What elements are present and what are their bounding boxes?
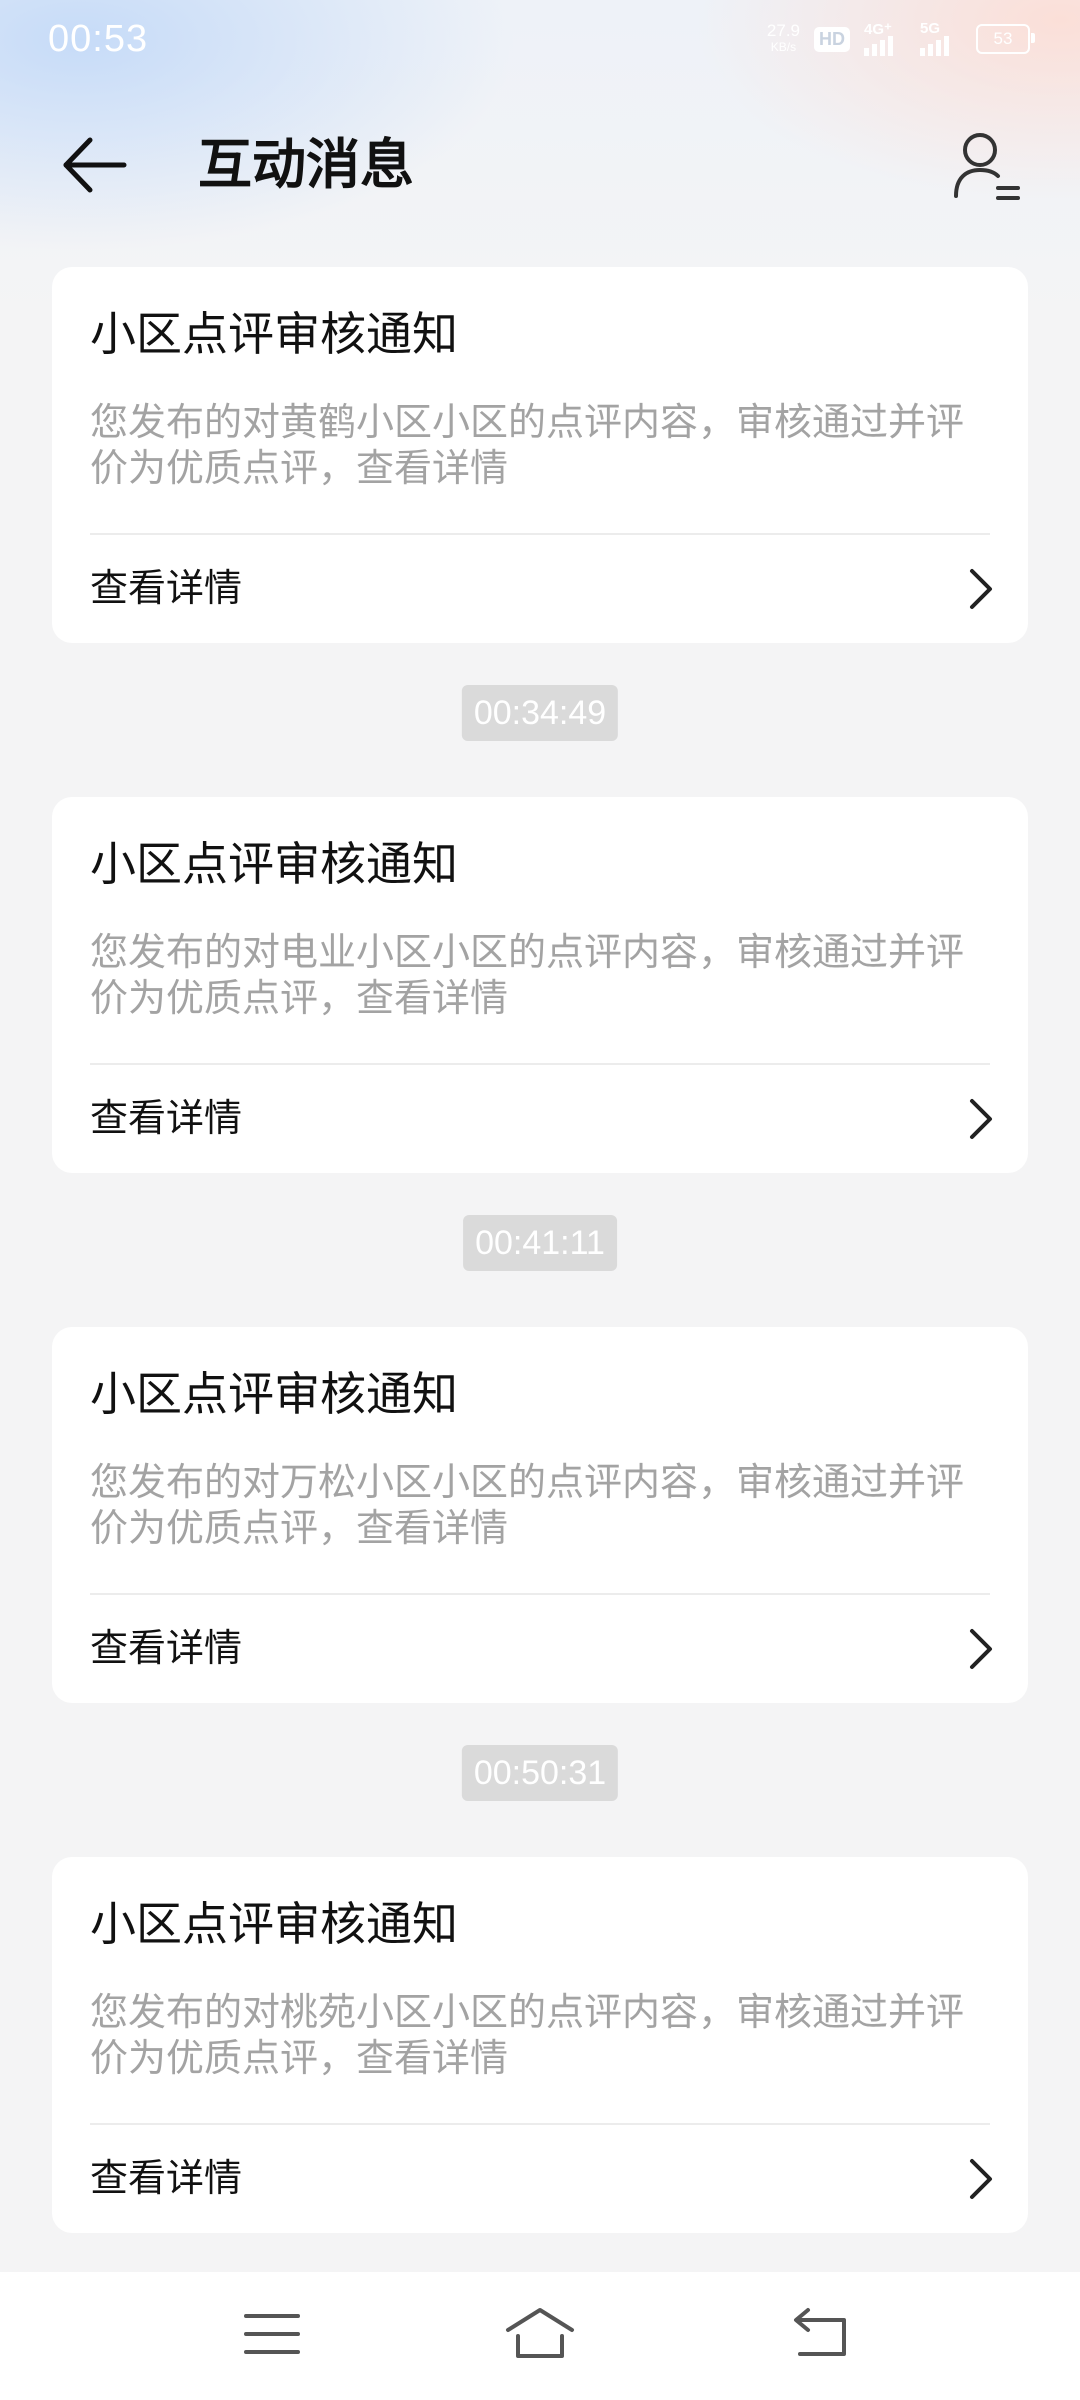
signal-5g-label: 5G: [920, 20, 941, 37]
message-time: 00:34:49: [461, 685, 619, 741]
status-time: 00:53: [48, 18, 149, 60]
message-time: 00:41:11: [463, 1215, 617, 1271]
status-icons: 27.9 KB/s HD 4G⁺ 5G 53: [766, 20, 1035, 56]
view-details-link[interactable]: 查看详情: [52, 1065, 1028, 1173]
view-details-label: 查看详情: [90, 1626, 243, 1670]
back-button[interactable]: [58, 130, 134, 200]
view-details-link[interactable]: 查看详情: [52, 535, 1028, 643]
signal-4g-label: 4G⁺: [864, 21, 892, 38]
message-card: 小区点评审核通知 您发布的对黄鹤小区小区的点评内容，审核通过并评价为优质点评，查…: [52, 267, 1028, 643]
chevron-right-icon: [970, 569, 992, 609]
view-details-label: 查看详情: [90, 2156, 243, 2200]
battery-icon: 53: [976, 24, 1035, 54]
message-card: 小区点评审核通知 您发布的对电业小区小区的点评内容，审核通过并评价为优质点评，查…: [52, 797, 1028, 1173]
message-body: 您发布的对电业小区小区的点评内容，审核通过并评价为优质点评，查看详情: [90, 930, 965, 1020]
message-body: 您发布的对黄鹤小区小区的点评内容，审核通过并评价为优质点评，查看详情: [90, 400, 965, 490]
home-icon: [506, 2308, 574, 2358]
chevron-right-icon: [970, 1629, 992, 1669]
user-list-icon: [954, 133, 1020, 200]
chevron-right-icon: [970, 2159, 992, 2199]
view-details-label: 查看详情: [90, 566, 243, 610]
time-separator: 00:41:11: [52, 1173, 1028, 1327]
battery-level: 53: [993, 29, 1013, 48]
network-speed: 27.9 KB/s: [766, 21, 800, 55]
recent-apps-button[interactable]: [236, 2302, 308, 2366]
view-details-label: 查看详情: [90, 1096, 243, 1140]
message-body: 您发布的对万松小区小区的点评内容，审核通过并评价为优质点评，查看详情: [90, 1460, 965, 1550]
message-title: 小区点评审核通知: [90, 837, 458, 891]
system-back-button[interactable]: [786, 2302, 858, 2366]
network-speed-value: 27.9: [766, 21, 800, 40]
arrow-left-icon: [63, 137, 127, 193]
back-icon: [794, 2308, 846, 2356]
message-title: 小区点评审核通知: [90, 1897, 458, 1951]
page-title: 互动消息: [198, 133, 414, 196]
time-separator: 00:50:31: [52, 1703, 1028, 1857]
network-speed-unit: KB/s: [770, 40, 797, 54]
signal-5g-icon: 5G: [920, 20, 962, 56]
chevron-right-icon: [970, 1099, 992, 1139]
home-button[interactable]: [504, 2302, 576, 2366]
profile-button[interactable]: [952, 128, 1022, 204]
message-title: 小区点评审核通知: [90, 307, 458, 361]
message-body: 您发布的对桃苑小区小区的点评内容，审核通过并评价为优质点评，查看详情: [90, 1990, 965, 2080]
status-bar: 00:53 27.9 KB/s HD 4G⁺ 5G 53: [0, 0, 1080, 84]
system-nav-bar: [0, 2272, 1080, 2400]
message-title: 小区点评审核通知: [90, 1367, 458, 1421]
time-separator: 00:34:49: [52, 643, 1028, 797]
message-time: 00:50:31: [461, 1745, 619, 1801]
view-details-link[interactable]: 查看详情: [52, 2125, 1028, 2233]
message-card: 小区点评审核通知 您发布的对万松小区小区的点评内容，审核通过并评价为优质点评，查…: [52, 1327, 1028, 1703]
signal-4g-icon: 4G⁺: [864, 21, 906, 56]
view-details-link[interactable]: 查看详情: [52, 1595, 1028, 1703]
message-card: 小区点评审核通知 您发布的对桃苑小区小区的点评内容，审核通过并评价为优质点评，查…: [52, 1857, 1028, 2233]
hd-icon: HD: [814, 26, 850, 52]
menu-icon: [244, 2314, 300, 2354]
page-header: 互动消息: [0, 110, 1080, 220]
message-list: 小区点评审核通知 您发布的对黄鹤小区小区的点评内容，审核通过并评价为优质点评，查…: [52, 267, 1028, 2233]
